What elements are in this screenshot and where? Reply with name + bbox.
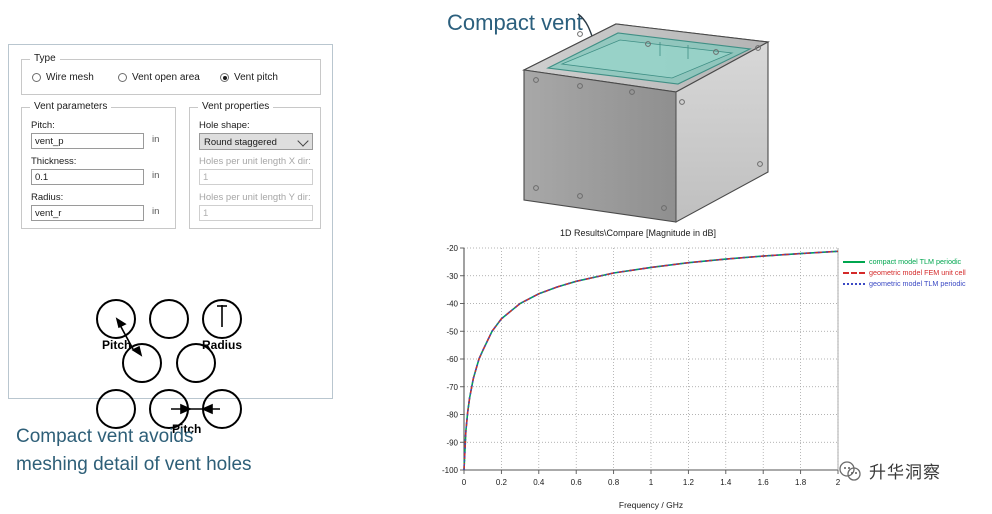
chevron-down-icon	[297, 135, 309, 147]
pitch-input[interactable]: vent_p	[31, 133, 144, 149]
hole-shape-value: Round staggered	[204, 137, 277, 148]
y-axis-tick-label: -100	[442, 466, 459, 475]
caption-line-1: Compact vent avoids	[16, 426, 194, 447]
legend-label: geometric model TLM periodic	[869, 279, 966, 288]
thickness-label: Thickness:	[31, 156, 77, 167]
radius-label: Radius:	[31, 192, 64, 203]
thickness-unit: in	[152, 170, 160, 181]
pitch-unit: in	[152, 134, 160, 145]
x-axis-tick-label: 0.4	[533, 478, 545, 487]
legend-label: compact model TLM periodic	[869, 257, 962, 266]
radio-vent-open-area[interactable]: Vent open area	[118, 72, 200, 83]
screw-icon	[577, 31, 583, 37]
pitch-arrow-head	[115, 317, 127, 329]
holes-x-label: Holes per unit length X dir:	[199, 156, 311, 167]
legend-label: geometric model FEM unit cell	[869, 268, 966, 277]
y-axis-tick-label: -50	[446, 327, 458, 336]
x-axis-tick-label: 0	[462, 478, 467, 487]
chart-title: 1D Results\Compare [Magnitude in dB]	[559, 228, 717, 238]
hole-shape-label: Hole shape:	[199, 120, 250, 131]
legend-item: geometric model TLM periodic	[843, 278, 983, 289]
legend-item: compact model TLM periodic	[843, 256, 983, 267]
radio-wire-mesh[interactable]: Wire mesh	[32, 72, 94, 83]
thickness-input[interactable]: 0.1	[31, 169, 144, 185]
pitch-label-diagonal: Pitch	[102, 338, 131, 352]
x-axis-tick-label: 0.2	[496, 478, 508, 487]
radio-wire-mesh-label: Wire mesh	[46, 72, 94, 83]
type-group: Type Wire mesh Vent open area Vent pitch	[21, 53, 321, 95]
x-axis-label: Frequency / GHz	[619, 500, 683, 510]
radio-vent-open-area-label: Vent open area	[132, 72, 200, 83]
radio-vent-open-area-dot	[118, 73, 127, 82]
caption-line-2: meshing detail of vent holes	[16, 453, 252, 475]
vent-parameters-title: Vent parameters	[30, 101, 112, 112]
hole-circle	[96, 299, 136, 339]
radius-label: Radius	[202, 338, 242, 352]
x-axis-tick-label: 1.8	[795, 478, 807, 487]
x-axis-tick-label: 1.4	[720, 478, 732, 487]
holes-y-label: Holes per unit length Y dir:	[199, 192, 311, 203]
radius-unit: in	[152, 206, 160, 217]
enclosure-3d-model	[522, 23, 770, 223]
radio-wire-mesh-dot	[32, 73, 41, 82]
pitch-arrow-head	[131, 345, 143, 357]
holes-y-input[interactable]: 1	[199, 205, 313, 221]
hole-shape-select[interactable]: Round staggered	[199, 133, 313, 150]
watermark: 升华洞察	[838, 458, 941, 483]
y-axis-tick-label: -80	[446, 411, 458, 420]
hole-pattern-diagram: Pitch Pitch Radius	[96, 299, 242, 436]
legend-swatch-solid	[843, 260, 865, 263]
y-axis-tick-label: -30	[446, 272, 458, 281]
type-group-title: Type	[30, 53, 60, 64]
x-axis-tick-label: 0.8	[608, 478, 620, 487]
slide-caption: Compact vent avoids meshing detail of ve…	[16, 423, 346, 478]
x-axis-tick-label: 1.2	[683, 478, 695, 487]
x-axis-tick-label: 1.6	[758, 478, 770, 487]
watermark-text: 升华洞察	[869, 463, 941, 483]
chart-legend: compact model TLM periodic geometric mod…	[843, 256, 983, 289]
pitch-arrow-head	[201, 403, 213, 415]
radius-input[interactable]: vent_r	[31, 205, 144, 221]
y-axis-tick-label: -70	[446, 383, 458, 392]
watermark-logo-icon	[839, 460, 861, 481]
radio-vent-pitch[interactable]: Vent pitch	[220, 72, 278, 83]
y-axis-tick-label: -20	[446, 244, 458, 253]
y-axis-tick-label: -90	[446, 438, 458, 447]
radio-vent-pitch-dot	[220, 73, 229, 82]
holes-x-input[interactable]: 1	[199, 169, 313, 185]
legend-swatch-dashed	[843, 271, 865, 274]
x-axis-tick-label: 1	[649, 478, 654, 487]
chart-plot-area: -100 -90 -80 -70 -60 -50 -40 -30 -20 0 0.2 0.4 0.6 0.…	[442, 244, 841, 510]
legend-item: geometric model FEM unit cell	[843, 267, 983, 278]
hole-circle	[149, 299, 189, 339]
type-radio-row: Wire mesh Vent open area Vent pitch	[22, 72, 320, 90]
y-axis-tick-label: -40	[446, 300, 458, 309]
enclosure-left-face	[523, 69, 677, 223]
vent-properties-group: Vent properties Hole shape: Round stagge…	[189, 101, 321, 229]
legend-swatch-dotted	[843, 282, 865, 285]
y-axis-tick-label: -60	[446, 355, 458, 364]
radio-vent-pitch-label: Vent pitch	[234, 72, 278, 83]
pitch-label: Pitch:	[31, 120, 55, 131]
vent-parameters-group: Vent parameters Pitch: vent_p in Thickne…	[21, 101, 176, 229]
vent-properties-title: Vent properties	[198, 101, 274, 112]
vent-settings-dialog: Type Wire mesh Vent open area Vent pitch…	[8, 44, 333, 436]
x-axis-tick-label: 0.6	[571, 478, 583, 487]
